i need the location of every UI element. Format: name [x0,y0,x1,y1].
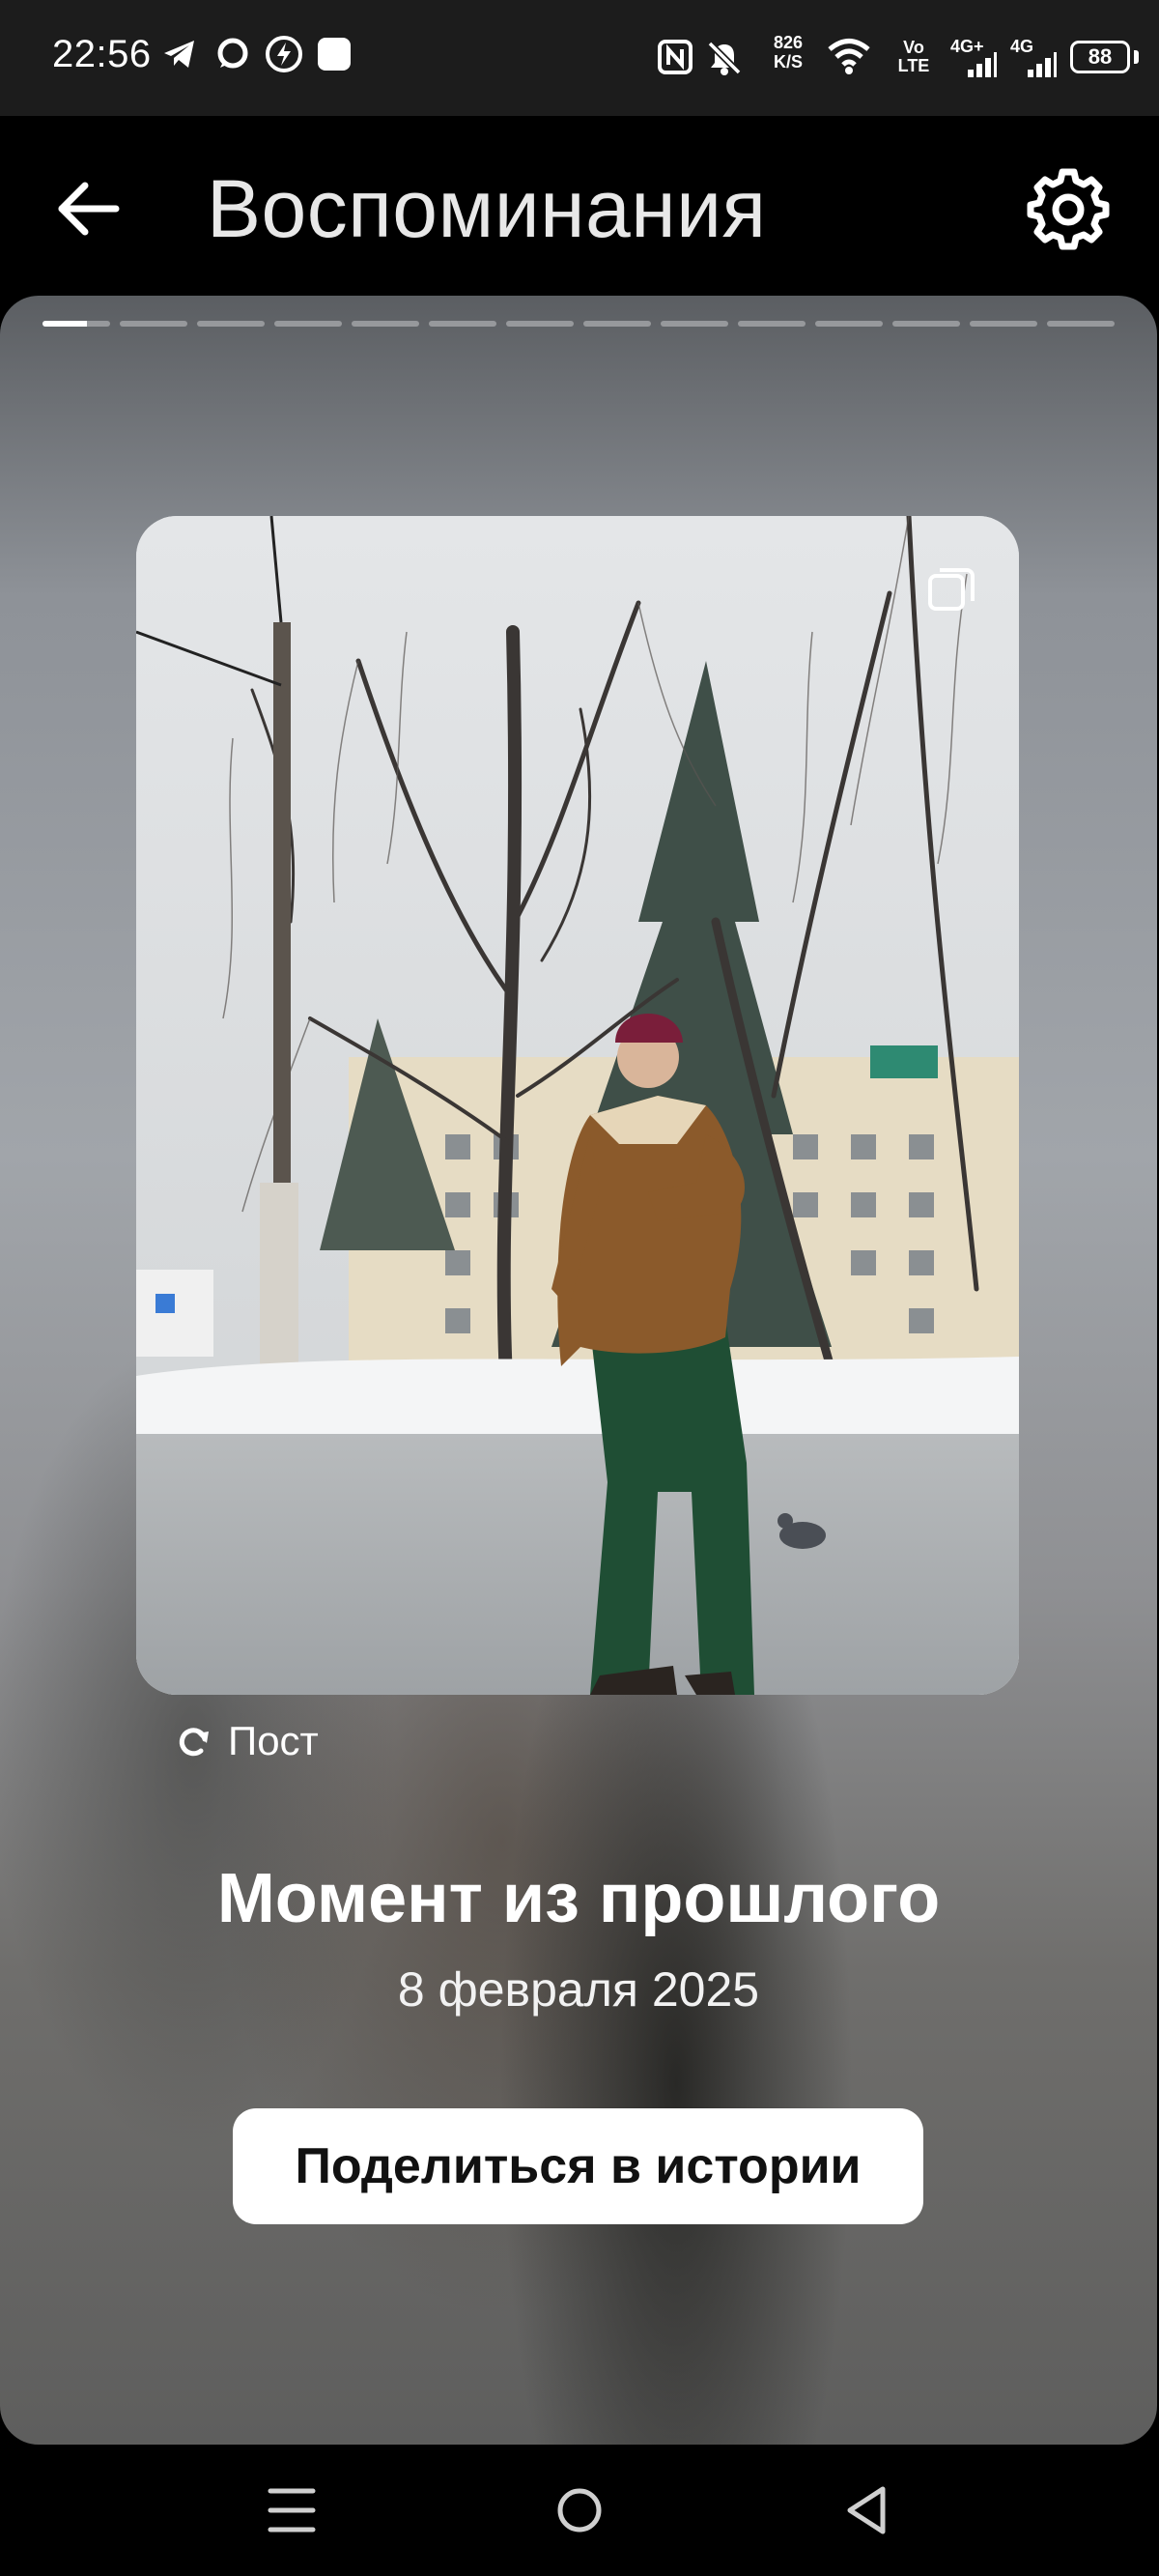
progress-segment [42,321,110,327]
status-indicators: 826 K/S Vo LTE 4G+ 4G 88 [657,0,1159,116]
battery-indicator: 88 [1070,41,1130,73]
chat-icon [217,38,248,69]
back-button[interactable] [54,174,124,243]
memory-title: Момент из прошлого [216,1860,941,1937]
system-nav-bar [0,2445,1159,2576]
wifi-icon [828,39,870,74]
story-progress [42,321,1115,327]
progress-segment [892,321,960,327]
flash-app-icon [266,36,302,72]
speed-value: 826 [773,33,804,52]
progress-segment [1047,321,1115,327]
progress-segment [197,321,265,327]
triangle-back-icon [847,2486,886,2534]
progress-segment [352,321,419,327]
progress-segment [661,321,728,327]
progress-segment [429,321,496,327]
share-to-story-button[interactable]: Поделиться в истории [233,2108,923,2224]
redo-arrow-icon [179,1728,209,1757]
memory-photo[interactable] [136,516,1019,1695]
post-link[interactable]: Пост [176,1714,319,1768]
signal-icon-2 [1028,52,1057,77]
progress-segment [970,321,1037,327]
settings-button[interactable] [1026,166,1111,251]
battery-cap [1134,50,1139,64]
arrow-left-icon [58,182,120,236]
network-speed: 826 K/S [759,33,817,72]
back-nav-button[interactable] [836,2479,898,2541]
status-time: 22:56 [52,33,152,75]
volte-bottom: LTE [897,56,930,75]
progress-segment [274,321,342,327]
memory-date: 8 февраля 2025 [397,1962,760,2017]
nfc-icon [658,40,693,74]
app-square-icon [318,38,351,71]
progress-fill [42,321,87,327]
volte-top: Vo [903,38,924,57]
multiple-photos-icon [928,568,975,611]
mute-icon [707,41,742,75]
gear-icon [1027,168,1110,250]
app-header: Воспоминания [0,116,1159,296]
telegram-icon [164,41,194,68]
menu-icon [268,2488,316,2533]
progress-segment [583,321,651,327]
signal-icon-1 [968,52,997,77]
recent-apps-button[interactable] [261,2479,323,2541]
post-label: Пост [228,1718,319,1763]
progress-segment [506,321,574,327]
page-title: Воспоминания [207,163,767,254]
home-button[interactable] [549,2479,610,2541]
speed-unit: K/S [773,52,803,72]
memory-card[interactable]: Пост Момент из прошлого 8 февраля 2025 П… [0,296,1157,2445]
volte-indicator: Vo LTE [894,39,933,75]
circle-home-icon [557,2488,602,2533]
progress-segment [815,321,883,327]
progress-segment [738,321,806,327]
status-bar: 22:56 826 K/S Vo LTE 4G+ 4G 88 [0,0,1159,116]
photo-scene [136,516,1019,1695]
progress-segment [120,321,187,327]
